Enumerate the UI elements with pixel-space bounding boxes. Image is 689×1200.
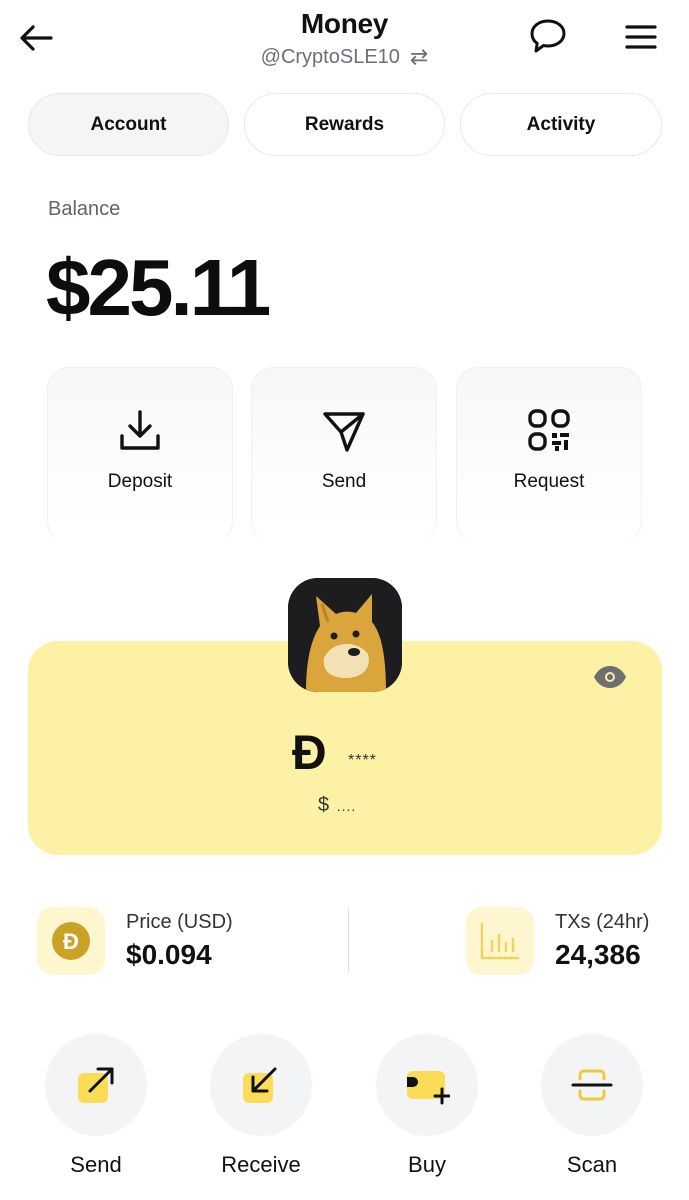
hamburger-menu-icon [625,25,657,49]
account-switcher[interactable]: @CryptoSLE10 ⇄ [0,44,689,70]
download-icon [120,410,160,450]
bottom-buy-label: Buy [408,1152,446,1177]
doge-avatar [288,578,402,692]
header: Money @CryptoSLE10 ⇄ [0,0,689,80]
menu-button[interactable] [620,18,662,56]
usd-mask: .... [336,798,357,814]
bottom-receive-button[interactable] [210,1034,312,1136]
paper-plane-icon [323,412,365,452]
balance-amount: $25.11 [46,243,271,332]
bar-chart-icon [480,922,520,960]
txs-value: 24,386 [555,939,641,970]
page-title: Money [300,8,389,39]
bottom-scan-button[interactable] [541,1034,643,1136]
deposit-button[interactable]: Deposit [47,367,233,543]
money-screen: Money @CryptoSLE10 ⇄ Account Rewards Act… [0,0,689,1200]
stats-divider [348,908,349,974]
txs-label: TXs (24hr) [555,911,650,933]
bottom-send-label: Send [70,1152,122,1177]
username: @CryptoSLE10 [260,45,400,68]
request-button[interactable]: Request [456,367,642,543]
doge-symbol: Đ [292,727,327,780]
tab-rewards[interactable]: Rewards [244,93,445,156]
chat-bubble-icon [530,19,566,53]
bottom-buy-button[interactable] [376,1034,478,1136]
swap-icon: ⇄ [409,44,429,69]
tab-account[interactable]: Account [28,93,229,156]
send-arrow-icon [78,1067,114,1103]
request-label: Request [513,471,585,492]
price-icon-box: Đ [37,907,105,975]
tab-bar: Account Rewards Activity [28,93,662,156]
bottom-send-button[interactable] [45,1034,147,1136]
send-button[interactable]: Send [251,367,437,543]
svg-text:Đ: Đ [63,929,79,954]
doge-face-icon [288,578,402,692]
doge-amount-masked: **** [348,752,377,769]
scan-icon [571,1069,613,1101]
doge-coin-icon: Đ [52,922,90,960]
txs-icon-box [466,907,534,975]
eye-icon[interactable] [592,664,628,690]
bottom-scan-label: Scan [566,1152,618,1177]
usd-value-masked: $ .... [318,794,356,817]
tab-activity[interactable]: Activity [460,93,662,156]
price-value: $0.094 [126,939,212,970]
price-label: Price (USD) [126,911,233,933]
balance-label: Balance [48,198,121,220]
deposit-label: Deposit [107,471,173,492]
buy-card-icon [407,1071,450,1105]
usd-symbol: $ [318,794,331,816]
qr-code-icon [528,409,570,451]
send-label: Send [321,471,367,492]
bottom-receive-label: Receive [221,1152,301,1177]
chat-button[interactable] [526,16,570,56]
receive-arrow-icon [243,1067,277,1103]
